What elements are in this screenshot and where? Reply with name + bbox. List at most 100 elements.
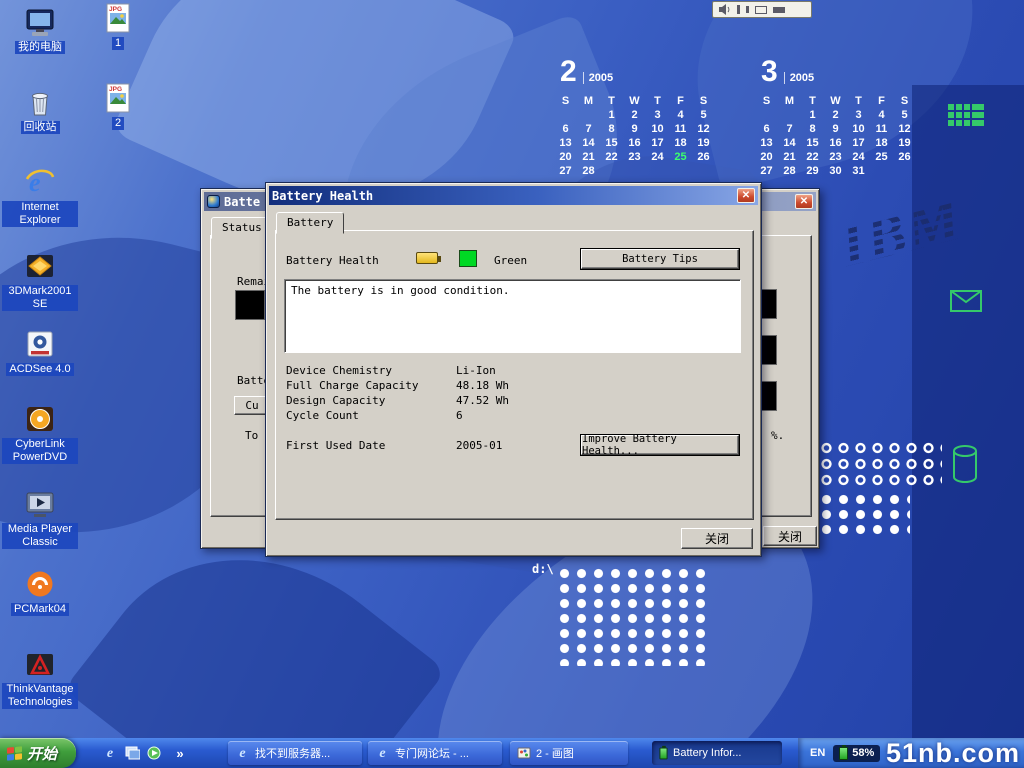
calendar-day: 8 [600,122,623,136]
calendar-day: 15 [801,136,824,150]
desktop-icon-internet-explorer[interactable]: e Internet Explorer [2,166,78,227]
calendar-day [669,164,692,178]
desktop-icon-pcmark04[interactable]: PCMark04 [2,568,78,616]
battery-icon [659,747,667,759]
calendar-day: 13 [755,136,778,150]
dots-pattern [818,440,942,490]
close-button-cn[interactable]: 关闭 [763,526,817,546]
calendar-day: 24 [646,150,669,164]
desktop: IBM d:\ 2 2005 SMTWTFS123456789 [0,0,1024,768]
calendar-day: 10 [847,122,870,136]
desktop-file-2[interactable]: JPG 2 [80,82,156,130]
tab-status[interactable]: Status [211,217,273,239]
calendar-day: 18 [669,136,692,150]
wallpaper-band [912,85,1024,768]
title-bar[interactable]: Battery Health [269,186,758,205]
quicklaunch-ie-icon[interactable] [100,742,120,764]
my-computer-icon [24,6,56,38]
calendar-day-header: T [646,94,669,108]
ibm-logo: IBM [833,184,969,281]
calendar-day: 2 [824,108,847,122]
calendar-day: 10 [646,122,669,136]
desktop-file-1[interactable]: JPG 1 [80,2,156,50]
calendar-day-header: S [554,94,577,108]
battery-health-dialog[interactable]: Battery Health Battery Battery Health Gr… [265,182,762,557]
thinkvantage-icon [24,648,56,680]
calendar-day: 28 [778,164,801,178]
field-row: Design Capacity47.52 Wh [286,394,509,407]
volume-level-icon [746,6,749,13]
calendar-month-number: 3 [761,58,778,86]
calendar-day: 15 [600,136,623,150]
recycle-bin-icon [24,86,56,118]
taskbar: 开始 找不到服务器... 专门网论坛 - ... 2 - 画图 Battery … [0,738,1024,768]
close-button[interactable] [795,194,813,209]
desktop-icon-my-computer[interactable]: 我的电脑 [2,6,78,54]
quicklaunch-overflow-chevron-icon[interactable] [170,742,190,764]
calendar-day-header: T [801,94,824,108]
task-label: Battery Infor... [673,747,741,759]
calendar-day [893,164,916,178]
calendar-day: 21 [577,150,600,164]
speaker-icon [719,4,731,15]
close-button[interactable] [737,188,755,203]
language-indicator[interactable]: EN [810,747,825,759]
calendar-day-header: M [778,94,801,108]
desktop-icon-thinkvantage[interactable]: ThinkVantage Technologies [2,648,78,709]
calendar-february: 2 2005 SMTWTFS12345678910111213141516171… [554,54,726,178]
taskbar-task-paint[interactable]: 2 - 画图 [510,741,628,765]
calendar-day: 16 [824,136,847,150]
start-button[interactable]: 开始 [0,738,76,768]
desktop-icon-media-player-classic[interactable]: Media Player Classic [2,488,78,549]
field-value: 48.18 Wh [456,379,509,392]
calendar-day: 20 [554,150,577,164]
calendar-day-header: W [623,94,646,108]
calendar-day: 29 [801,164,824,178]
percent-text: %. [771,429,784,442]
calendar-day: 23 [623,150,646,164]
calendar-day: 24 [847,150,870,164]
desktop-icon-3dmark2001[interactable]: 3DMark2001 SE [2,250,78,311]
tab-battery[interactable]: Battery [276,212,344,234]
calendar-day-header: T [600,94,623,108]
calendar-day [692,164,715,178]
calendar-day: 19 [692,136,715,150]
calendar-day: 17 [847,136,870,150]
calendar-day: 2 [623,108,646,122]
desktop-icon-acdsee[interactable]: ACDSee 4.0 [2,328,78,376]
battery-gauge [235,290,265,320]
calendar-day [600,164,623,178]
condition-textbox: The battery is in good condition. [284,279,741,353]
calendar-day: 9 [824,122,847,136]
dots-pattern [818,492,910,538]
field-label: Device Chemistry [286,364,456,377]
calendar-day-header: S [692,94,715,108]
jpg-file-icon: JPG [102,82,134,114]
tray-battery-meter[interactable]: 58% [833,745,880,762]
icon-label: 2 [112,117,124,130]
svg-text:JPG: JPG [109,6,122,13]
icon-label: CyberLink PowerDVD [2,438,78,464]
internet-explorer-icon: e [24,166,56,198]
close-button-cn[interactable]: 关闭 [681,528,753,549]
calendar-day: 18 [870,136,893,150]
calendar-day: 27 [755,164,778,178]
desktop-icon-powerdvd[interactable]: CyberLink PowerDVD [2,403,78,464]
calendar-day-header: F [669,94,692,108]
calendar-day: 12 [692,122,715,136]
calendar-day: 6 [755,122,778,136]
field-row: Cycle Count6 [286,409,463,422]
calendar-day: 27 [554,164,577,178]
taskbar-task-server-not-found[interactable]: 找不到服务器... [228,741,362,765]
taskbar-task-battery-information[interactable]: Battery Infor... [652,741,782,765]
calendar-day-header: W [824,94,847,108]
calendar-day: 20 [755,150,778,164]
taskbar-task-forum[interactable]: 专门网论坛 - ... [368,741,502,765]
battery-tips-button[interactable]: Battery Tips [581,249,739,269]
desktop-icon-recycle-bin[interactable]: 回收站 [2,86,78,134]
quicklaunch-media-icon[interactable] [144,742,164,764]
ie-icon [235,746,250,761]
quicklaunch-show-desktop-icon[interactable] [122,742,142,764]
calendar-day: 19 [893,136,916,150]
improve-battery-health-button[interactable]: Improve Battery Health... [581,435,739,455]
